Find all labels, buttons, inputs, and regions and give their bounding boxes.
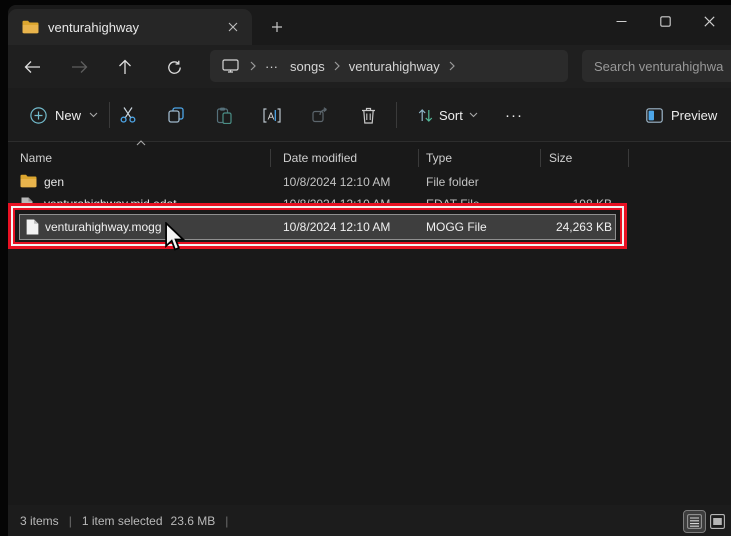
refresh-button[interactable] <box>158 53 190 81</box>
tab-folder-icon <box>22 20 39 34</box>
maximize-button[interactable] <box>643 5 687 37</box>
command-toolbar: New A Sort ··· Preview <box>8 88 731 142</box>
chevron-up-icon <box>136 140 146 146</box>
preview-toggle-button[interactable]: Preview <box>640 100 723 130</box>
new-tab-button[interactable] <box>264 15 290 39</box>
column-divider[interactable] <box>628 149 629 167</box>
up-button[interactable] <box>109 53 141 81</box>
toolbar-separator <box>396 102 397 128</box>
minimize-button[interactable] <box>599 5 643 37</box>
tab-title: venturahighway <box>48 19 140 35</box>
search-input[interactable] <box>582 50 731 82</box>
file-date: 10/8/2024 12:10 AM <box>283 220 391 234</box>
chevron-right-icon <box>247 61 259 71</box>
preview-label: Preview <box>671 107 718 123</box>
back-button[interactable] <box>16 53 48 81</box>
sort-arrows-icon <box>418 108 433 122</box>
selection-size: 23.6 MB <box>170 513 216 528</box>
chevron-right-icon <box>331 61 343 71</box>
explorer-tab[interactable]: venturahighway <box>8 9 252 45</box>
see-more-label: ··· <box>505 106 523 124</box>
tab-close-icon[interactable] <box>220 15 246 39</box>
file-name: venturahighway.mogg <box>45 220 162 234</box>
column-header-name[interactable]: Name <box>20 147 52 169</box>
forward-arrow-icon <box>71 61 87 73</box>
large-icons-view-button[interactable] <box>707 511 728 532</box>
svg-text:A: A <box>268 111 275 122</box>
annotation-highlight-inner-border: venturahighway.mogg 10/8/2024 12:10 AM M… <box>13 208 622 244</box>
share-icon <box>311 107 327 123</box>
annotation-highlight-white-border: venturahighway.mogg 10/8/2024 12:10 AM M… <box>11 206 624 246</box>
file-size: 24,263 KB <box>555 220 612 234</box>
delete-button[interactable] <box>351 98 385 132</box>
share-button[interactable] <box>303 98 337 132</box>
column-divider[interactable] <box>418 149 419 167</box>
cut-scissors-icon <box>120 107 136 123</box>
breadcrumb-segment-venturahighway[interactable]: venturahighway <box>343 59 446 74</box>
details-view-button[interactable] <box>683 510 706 533</box>
table-row-gen[interactable]: gen 10/8/2024 12:10 AM File folder <box>8 171 628 193</box>
annotation-highlight: venturahighway.mogg 10/8/2024 12:10 AM M… <box>8 203 627 249</box>
trash-icon <box>361 107 375 124</box>
details-view-icon <box>687 514 702 529</box>
new-button-label: New <box>55 107 82 123</box>
screenshot-root: venturahighway ··· songs venturahighway … <box>0 0 731 536</box>
titlebar: venturahighway <box>8 5 731 45</box>
breadcrumb-segment-songs[interactable]: songs <box>284 59 331 74</box>
file-icon <box>26 219 39 235</box>
see-more-button[interactable]: ··· <box>497 98 531 132</box>
chevron-down-icon <box>469 112 478 118</box>
status-bar: 3 items | 1 item selected 23.6 MB | <box>8 505 731 536</box>
file-date: 10/8/2024 12:10 AM <box>283 175 391 189</box>
column-header-date-modified[interactable]: Date modified <box>283 147 357 169</box>
file-name: gen <box>44 175 65 189</box>
sort-button[interactable]: Sort <box>412 100 484 130</box>
table-row-mogg-selected[interactable]: venturahighway.mogg 10/8/2024 12:10 AM M… <box>19 214 616 240</box>
status-separator: | <box>225 513 229 528</box>
sort-button-label: Sort <box>439 107 463 123</box>
column-divider[interactable] <box>540 149 541 167</box>
breadcrumb-ellipsis[interactable]: ··· <box>259 59 284 74</box>
refresh-icon <box>167 60 181 74</box>
folder-icon <box>20 174 37 188</box>
rename-button[interactable]: A <box>255 98 289 132</box>
column-header-size[interactable]: Size <box>549 147 572 169</box>
selection-count: 1 item selected <box>81 513 163 528</box>
rename-icon: A <box>263 107 281 123</box>
preview-pane-icon <box>646 107 663 123</box>
file-type: MOGG File <box>426 220 487 234</box>
paste-clipboard-icon <box>216 107 232 124</box>
file-explorer-window: venturahighway ··· songs venturahighway … <box>8 5 731 536</box>
item-count: 3 items <box>20 513 59 528</box>
paste-button[interactable] <box>207 98 241 132</box>
forward-button[interactable] <box>63 53 95 81</box>
maximize-icon <box>659 15 671 27</box>
new-button[interactable]: New <box>22 100 106 130</box>
column-divider[interactable] <box>270 149 271 167</box>
cut-button[interactable] <box>111 98 145 132</box>
this-pc-icon[interactable] <box>210 59 247 73</box>
chevron-right-icon <box>446 61 458 71</box>
large-icons-view-icon <box>710 514 725 529</box>
navigation-bar: ··· songs venturahighway <box>8 45 731 88</box>
toolbar-separator <box>109 102 110 128</box>
minimize-icon <box>616 20 626 22</box>
up-arrow-icon <box>119 59 131 74</box>
column-sort-indicator <box>136 140 146 146</box>
copy-icon <box>168 107 184 123</box>
close-window-button[interactable] <box>687 5 731 37</box>
status-separator: | <box>68 513 72 528</box>
file-type: File folder <box>426 175 479 189</box>
file-size <box>500 171 612 193</box>
column-header-type[interactable]: Type <box>426 147 452 169</box>
copy-button[interactable] <box>159 98 193 132</box>
chevron-down-icon <box>89 112 98 118</box>
close-icon <box>703 15 715 27</box>
back-arrow-icon <box>24 61 40 73</box>
plus-icon <box>272 22 282 32</box>
new-plus-circle-icon <box>30 106 47 124</box>
address-bar[interactable]: ··· songs venturahighway <box>210 50 568 82</box>
